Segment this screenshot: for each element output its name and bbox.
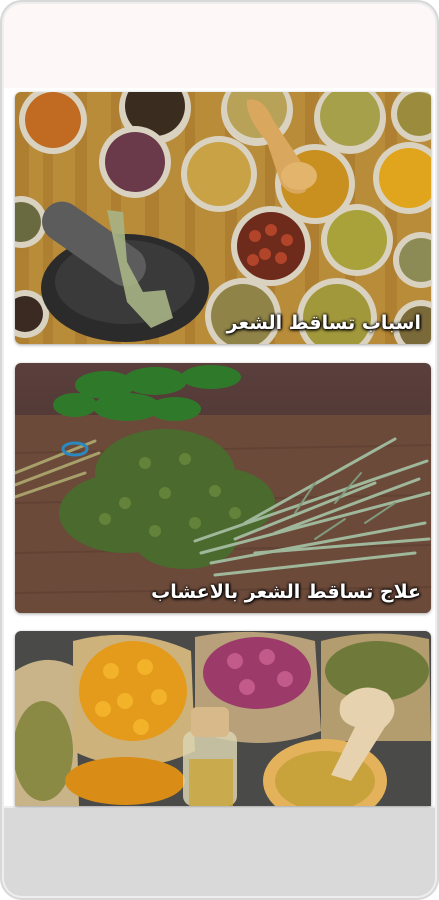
card-title: اسباب تساقط الشعر xyxy=(226,312,421,334)
card-title: علاج تساقط الشعر بالاعشاب xyxy=(151,581,421,603)
phone-frame: اسباب تساقط الشعر علاج تساقط الشعر بالاع… xyxy=(0,0,439,900)
herbs-bowls-image xyxy=(15,92,431,344)
article-card-herbal-treatment[interactable]: علاج تساقط الشعر بالاعشاب xyxy=(15,363,431,613)
herb-sacks-image xyxy=(15,631,431,806)
article-card-hair-loss-causes[interactable]: اسباب تساقط الشعر xyxy=(15,92,431,344)
bottom-bar xyxy=(4,808,435,896)
article-list[interactable]: اسباب تساقط الشعر علاج تساقط الشعر بالاع… xyxy=(4,88,435,806)
fresh-herbs-image xyxy=(15,363,431,613)
top-bar xyxy=(4,4,435,92)
article-card-herbs-sacks[interactable] xyxy=(15,631,431,806)
